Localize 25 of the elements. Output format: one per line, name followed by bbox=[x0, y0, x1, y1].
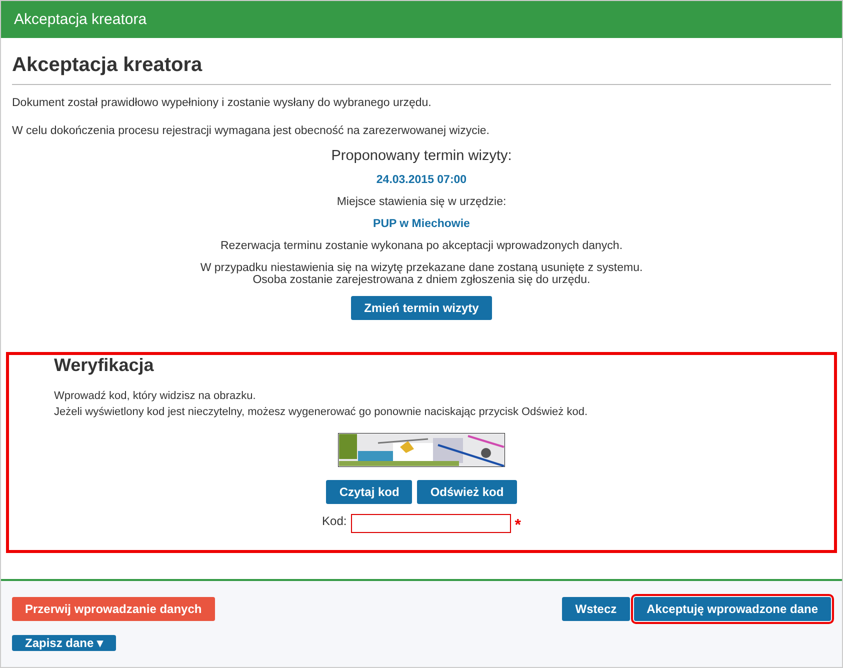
office-name: PUP w Miechowie bbox=[373, 218, 470, 230]
code-input[interactable] bbox=[350, 514, 511, 533]
info-text: Dokument został prawidłowo wypełniony i zostanie wysłany do wybranego urzędu. bbox=[12, 97, 432, 109]
code-label: Kod: bbox=[322, 514, 347, 528]
save-button[interactable]: Zapisz dane ▾ bbox=[12, 635, 116, 651]
change-date-button[interactable]: Zmień termin wizyty bbox=[351, 296, 492, 320]
appointment-date: 24.03.2015 07:00 bbox=[376, 174, 467, 186]
warning-text: Osoba zostanie zarejestrowana z dniem zgłoszenia się do urzędu. bbox=[252, 274, 590, 286]
info-text: W celu dokończenia procesu rejestracji wymagana jest obecność na zarezerwowanej wizycie. bbox=[12, 125, 490, 137]
instruction-text: Wprowadź kod, który widzisz na obrazku. bbox=[54, 389, 257, 404]
warning-text: W przypadku niestawienia się na wizytę przekazane dane zostaną usunięte z systemu. bbox=[200, 262, 643, 274]
window-title: Akceptacja kreatora bbox=[14, 11, 147, 28]
required-mark: * bbox=[514, 518, 521, 534]
accept-button[interactable]: Akceptuję wprowadzone dane bbox=[634, 597, 831, 621]
verification-heading: Weryfikacja bbox=[54, 355, 155, 376]
captcha-button[interactable]: Odśwież kod bbox=[417, 480, 517, 504]
caret-icon: ▾ bbox=[97, 636, 104, 650]
cancel-button[interactable]: Przerwij wprowadzanie danych bbox=[12, 597, 215, 621]
appointment-heading: Proponowany termin wizyty: bbox=[331, 148, 512, 164]
place-label: Miejsce stawienia się w urzędzie: bbox=[336, 196, 506, 208]
back-button[interactable]: Wstecz bbox=[562, 597, 630, 621]
captcha-button[interactable]: Czytaj kod bbox=[326, 480, 412, 504]
reservation-note: Rezerwacja terminu zostanie wykonana po akceptacji wprowadzonych danych. bbox=[220, 240, 623, 252]
instruction-text: Jeżeli wyświetlony kod jest nieczytelny, możesz wygenerować go ponownie naciskając przycisk Odśwież kod. bbox=[54, 405, 589, 420]
page-heading: Akceptacja kreatora bbox=[12, 54, 204, 77]
